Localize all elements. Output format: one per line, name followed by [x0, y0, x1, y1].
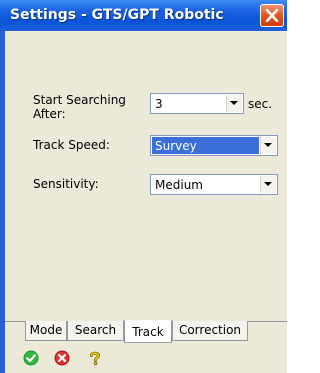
- tab-mode[interactable]: Mode: [25, 321, 67, 341]
- red-x-icon[interactable]: [54, 350, 70, 366]
- close-icon: [265, 9, 279, 22]
- green-check-icon[interactable]: [23, 350, 39, 366]
- start-searching-value: 3: [155, 97, 163, 111]
- start-searching-combo[interactable]: 3: [150, 93, 244, 114]
- start-searching-label: Start Searching After:: [33, 93, 126, 121]
- sensitivity-value: Medium: [155, 178, 203, 192]
- close-button[interactable]: [260, 4, 284, 27]
- chevron-down-icon[interactable]: [226, 95, 242, 112]
- sensitivity-label: Sensitivity:: [33, 177, 99, 191]
- title-bar[interactable]: Settings - GTS/GPT Robotic: [0, 0, 287, 31]
- track-speed-label: Track Speed:: [33, 138, 110, 152]
- tab-strip: Mode Search Track Correction: [5, 320, 287, 343]
- track-speed-value: Survey: [155, 139, 197, 153]
- tab-search[interactable]: Search: [67, 321, 124, 341]
- chevron-down-icon[interactable]: [260, 176, 276, 193]
- tab-correction[interactable]: Correction: [172, 321, 248, 341]
- track-speed-combo[interactable]: Survey: [150, 135, 278, 156]
- sensitivity-combo[interactable]: Medium: [150, 174, 278, 195]
- settings-window: Settings - GTS/GPT Robotic Start Searchi…: [0, 0, 287, 373]
- command-bar: [5, 345, 287, 373]
- seconds-unit-label: sec.: [248, 97, 273, 111]
- window-title: Settings - GTS/GPT Robotic: [10, 7, 224, 23]
- question-mark-icon[interactable]: [88, 350, 102, 366]
- chevron-down-icon[interactable]: [260, 137, 276, 154]
- tab-track[interactable]: Track: [124, 320, 172, 343]
